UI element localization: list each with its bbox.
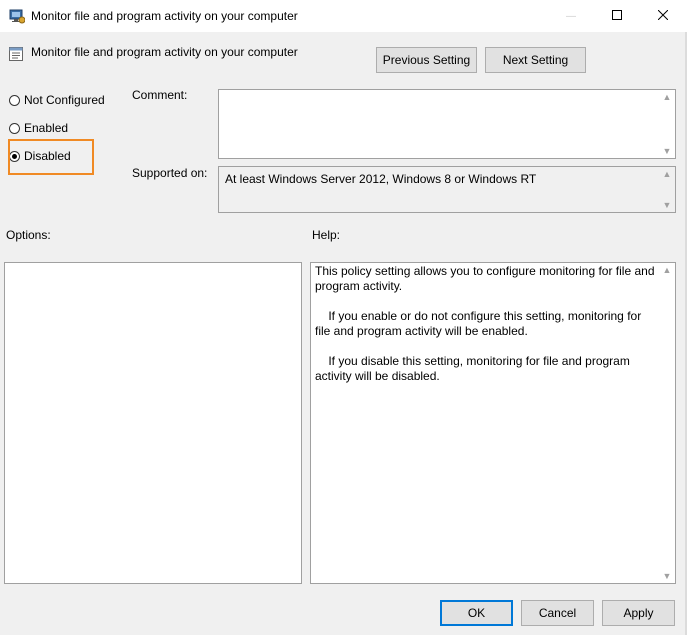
radio-not-configured[interactable]: Not Configured bbox=[9, 93, 105, 107]
radio-label: Enabled bbox=[24, 121, 69, 135]
scroll-down-icon[interactable]: ▼ bbox=[663, 569, 672, 583]
help-paragraph: If you disable this setting, monitoring … bbox=[315, 354, 634, 383]
comment-label: Comment: bbox=[132, 88, 188, 102]
scroll-up-icon[interactable]: ▲ bbox=[663, 167, 672, 181]
supported-on-value: At least Windows Server 2012, Windows 8 … bbox=[225, 172, 537, 186]
options-panel bbox=[4, 262, 302, 584]
radio-circle[interactable] bbox=[9, 122, 20, 134]
radio-label: Not Configured bbox=[24, 93, 105, 107]
scroll-down-icon[interactable]: ▼ bbox=[663, 144, 672, 158]
next-setting-button[interactable]: Next Setting bbox=[485, 47, 586, 73]
comment-scrollbar[interactable]: ▲ ▼ bbox=[659, 90, 675, 158]
help-label: Help: bbox=[312, 228, 341, 242]
maximize-icon bbox=[612, 9, 622, 23]
ok-button[interactable]: OK bbox=[440, 600, 513, 626]
policy-title: Monitor file and program activity on you… bbox=[31, 45, 298, 59]
supported-on-field: At least Windows Server 2012, Windows 8 … bbox=[218, 166, 676, 213]
radio-circle[interactable] bbox=[9, 94, 20, 106]
scroll-down-icon[interactable]: ▼ bbox=[663, 198, 672, 212]
supported-scrollbar[interactable]: ▲ ▼ bbox=[659, 167, 675, 212]
apply-button[interactable]: Apply bbox=[602, 600, 675, 626]
help-paragraph: If you enable or do not configure this s… bbox=[315, 309, 645, 338]
policy-setting-icon bbox=[8, 46, 24, 62]
policy-app-icon bbox=[9, 8, 26, 24]
scroll-up-icon[interactable]: ▲ bbox=[663, 263, 672, 277]
radio-enabled[interactable]: Enabled bbox=[9, 121, 68, 135]
cancel-button[interactable]: Cancel bbox=[521, 600, 594, 626]
close-icon bbox=[657, 9, 669, 23]
supported-on-label: Supported on: bbox=[132, 166, 208, 180]
close-button[interactable] bbox=[640, 0, 686, 32]
maximize-button[interactable] bbox=[594, 0, 640, 32]
help-paragraph: This policy setting allows you to config… bbox=[315, 264, 655, 293]
window-title: Monitor file and program activity on you… bbox=[31, 9, 298, 23]
options-label: Options: bbox=[6, 228, 51, 242]
scroll-up-icon[interactable]: ▲ bbox=[663, 90, 672, 104]
minimize-icon: — bbox=[566, 10, 576, 22]
highlight-box bbox=[8, 139, 94, 175]
help-scrollbar[interactable]: ▲ ▼ bbox=[659, 263, 675, 583]
comment-field[interactable]: ▲ ▼ bbox=[218, 89, 676, 159]
minimize-button[interactable]: — bbox=[548, 0, 594, 32]
previous-setting-button[interactable]: Previous Setting bbox=[376, 47, 477, 73]
help-text: This policy setting allows you to config… bbox=[315, 264, 655, 399]
